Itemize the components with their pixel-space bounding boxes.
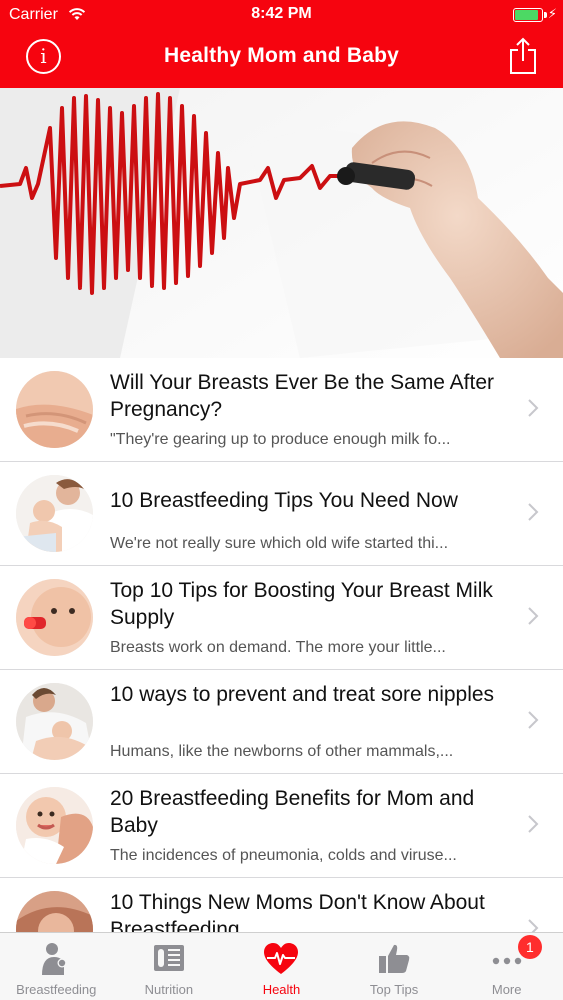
nutrition-icon xyxy=(153,945,184,971)
share-icon[interactable] xyxy=(509,37,537,75)
article-thumbnail xyxy=(16,579,93,656)
heart-pulse-icon xyxy=(264,943,299,974)
nav-bar: i Healthy Mom and Baby xyxy=(0,30,563,88)
tab-label: Top Tips xyxy=(369,982,419,997)
chevron-right-icon xyxy=(528,399,539,417)
article-title: Will Your Breasts Ever Be the Same After… xyxy=(110,371,495,421)
article-title: 20 Breastfeeding Benefits for Mom and Ba… xyxy=(110,787,475,837)
battery-nub xyxy=(544,12,547,18)
article-title: Top 10 Tips for Boosting Your Breast Mil… xyxy=(110,579,493,629)
list-item[interactable]: Top 10 Tips for Boosting Your Breast Mil… xyxy=(0,566,563,670)
article-thumbnail xyxy=(16,683,93,760)
tab-breastfeeding[interactable]: Breastfeeding xyxy=(0,933,113,1000)
heartbeat-illustration xyxy=(0,88,563,358)
list-item[interactable]: Will Your Breasts Ever Be the Same After… xyxy=(0,358,563,462)
chevron-right-icon xyxy=(528,815,539,833)
list-item[interactable]: 10 ways to prevent and treat sore nipple… xyxy=(0,670,563,774)
tab-nutrition[interactable]: Nutrition xyxy=(113,933,226,1000)
clock: 8:42 PM xyxy=(251,5,312,22)
list-item[interactable]: 20 Breastfeeding Benefits for Mom and Ba… xyxy=(0,774,563,878)
tab-health[interactable]: Health xyxy=(225,933,338,1000)
thumbs-up-icon xyxy=(379,944,410,973)
tab-label: More xyxy=(491,982,522,997)
tab-top-tips[interactable]: Top Tips xyxy=(338,933,451,1000)
chevron-right-icon xyxy=(528,503,539,521)
mother-baby-icon xyxy=(42,943,67,975)
tab-bar: Breastfeeding Nutrition Health Top Tips xyxy=(0,932,563,1000)
article-title: 10 ways to prevent and treat sore nipple… xyxy=(110,683,495,706)
article-list: Will Your Breasts Ever Be the Same After… xyxy=(0,358,563,982)
article-thumbnail xyxy=(16,475,93,552)
battery-icon xyxy=(513,8,543,22)
article-excerpt: The incidences of pneumonia, colds and v… xyxy=(110,847,457,864)
charging-icon: ⚡ xyxy=(547,6,557,21)
tab-label: Nutrition xyxy=(144,982,194,997)
battery-level xyxy=(515,10,539,20)
hero-image xyxy=(0,88,563,358)
article-title: 10 Breastfeeding Tips You Need Now xyxy=(110,489,458,512)
tab-label: Health xyxy=(262,982,301,997)
article-thumbnail xyxy=(16,787,93,864)
article-excerpt: Humans, like the newborns of other mamma… xyxy=(110,743,454,760)
list-item[interactable]: 10 Breastfeeding Tips You Need Now We're… xyxy=(0,462,563,566)
chevron-right-icon xyxy=(528,711,539,729)
article-excerpt: We're not really sure which old wife sta… xyxy=(110,535,449,552)
article-excerpt: Breasts work on demand. The more your li… xyxy=(110,639,446,656)
article-excerpt: "They're gearing up to produce enough mi… xyxy=(110,431,451,448)
page-title: Healthy Mom and Baby xyxy=(163,44,400,67)
tab-label: Breastfeeding xyxy=(16,982,97,997)
tab-more[interactable]: 1 More xyxy=(450,933,563,1000)
header: Carrier 8:42 PM ⚡ i Healthy Mom and Baby xyxy=(0,0,563,88)
chevron-right-icon xyxy=(528,607,539,625)
notification-badge: 1 xyxy=(517,935,542,959)
status-bar: Carrier 8:42 PM ⚡ xyxy=(0,0,563,30)
article-thumbnail xyxy=(16,371,93,448)
